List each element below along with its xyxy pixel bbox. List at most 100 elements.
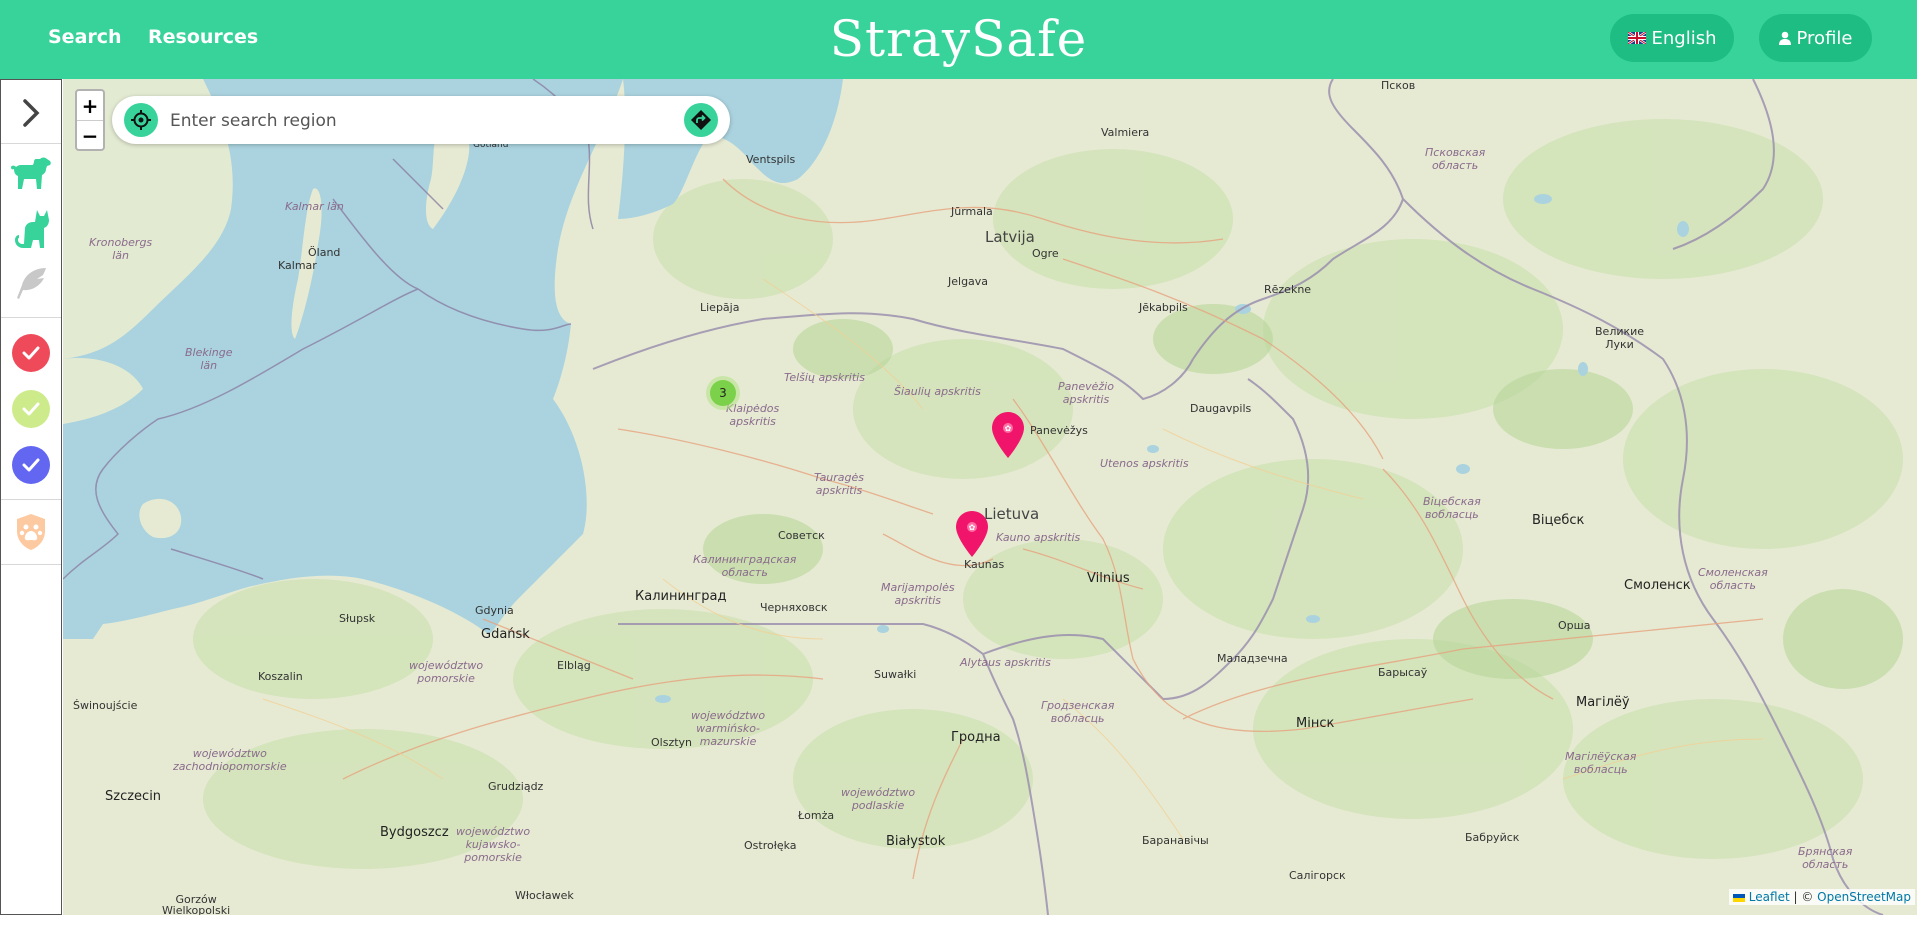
check-icon xyxy=(12,390,50,428)
map-label: Мінск xyxy=(1296,716,1335,731)
map-label: Віцебск xyxy=(1532,513,1585,528)
language-label: English xyxy=(1651,27,1717,49)
cluster-count: 3 xyxy=(710,380,736,406)
map-label: Białystok xyxy=(886,834,946,849)
location-pin-icon[interactable]: ✿ xyxy=(956,511,988,557)
zoom-in-button[interactable]: + xyxy=(77,91,103,121)
map-label: Магілёў xyxy=(1576,695,1630,710)
user-icon xyxy=(1778,31,1791,45)
map-label: województwo warmińsko- mazurskie xyxy=(691,709,766,748)
location-pin-icon[interactable]: ✿ xyxy=(992,412,1024,458)
map-label: Великие Луки xyxy=(1595,325,1645,351)
uk-flag-icon xyxy=(1627,32,1646,44)
map-label: Смоленск xyxy=(1624,578,1691,593)
svg-text:✿: ✿ xyxy=(1005,424,1012,433)
map-label: Ogre xyxy=(1032,247,1059,260)
directions-button[interactable] xyxy=(684,103,718,137)
map-label: Kalmar län xyxy=(285,200,344,213)
map-label: województwo kujawsko- pomorskie xyxy=(456,825,531,864)
region-search-bar xyxy=(112,96,730,144)
profile-button[interactable]: Profile xyxy=(1759,14,1872,62)
map-label: Panevėžio apskritis xyxy=(1058,380,1114,406)
map-label: Jēkabpils xyxy=(1139,301,1188,314)
map-label: Šiaulių apskritis xyxy=(894,385,981,398)
map-label: Віцебская вобласць xyxy=(1423,495,1481,521)
map-label: Барысаў xyxy=(1378,666,1428,679)
map-label: Liepāja xyxy=(700,301,740,314)
map-label: województwo pomorskie xyxy=(409,659,484,685)
map-label: Маладзечна xyxy=(1217,652,1288,665)
map-label: Bydgoszcz xyxy=(380,825,449,840)
osm-link[interactable]: OpenStreetMap xyxy=(1817,890,1911,904)
cat-filter-button[interactable] xyxy=(1,204,61,254)
map-label: Marijampolės apskritis xyxy=(881,581,955,607)
dog-icon xyxy=(11,157,51,189)
map-label: Kaunas xyxy=(964,558,1005,571)
map-label: Баранавічы xyxy=(1142,834,1209,847)
map-label: Łomża xyxy=(798,809,835,822)
map-label: Vilnius xyxy=(1087,571,1130,586)
zoom-out-button[interactable]: − xyxy=(77,121,103,150)
map-label: Szczecin xyxy=(105,789,162,804)
check-icon xyxy=(12,446,50,484)
map-label: Olsztyn xyxy=(651,736,693,749)
map-label: Valmiera xyxy=(1101,126,1150,139)
map-label: Blekinge län xyxy=(185,346,233,372)
map-label: Jelgava xyxy=(948,275,989,288)
map-label: Ostrołęka xyxy=(744,839,797,852)
feather-icon xyxy=(17,268,46,299)
marker-cluster[interactable]: 3 xyxy=(706,376,740,410)
map-label: Черняховск xyxy=(760,601,828,614)
map-label: Daugavpils xyxy=(1190,402,1252,415)
map-label: Gdynia xyxy=(475,604,514,617)
map-label: Gorzów Wielkopolski xyxy=(162,893,231,915)
svg-text:✿: ✿ xyxy=(969,523,976,532)
dog-filter-button[interactable] xyxy=(1,150,61,200)
status-red-filter-button[interactable] xyxy=(1,328,61,378)
map-label: Kalmar xyxy=(278,259,317,272)
map-label: Калининград xyxy=(635,589,727,604)
region-search-input[interactable] xyxy=(168,106,662,136)
status-blue-filter-button[interactable] xyxy=(1,440,61,490)
top-navbar: Search Resources StraySafe English Profi… xyxy=(0,0,1917,79)
map-attribution: Leaflet | © OpenStreetMap xyxy=(1728,889,1915,905)
map-label: Świnoujście xyxy=(73,699,138,712)
map-label: Салігорск xyxy=(1289,869,1346,882)
check-icon xyxy=(12,334,50,372)
sidebar-expand-button[interactable] xyxy=(1,88,61,138)
leaflet-link[interactable]: Leaflet xyxy=(1749,890,1790,904)
ukraine-flag-icon xyxy=(1732,893,1745,902)
map-label: Ventspils xyxy=(746,153,796,166)
map-label: Орша xyxy=(1558,619,1591,632)
map-label: Utenos apskritis xyxy=(1100,457,1189,470)
map-label: Lietuva xyxy=(984,505,1040,523)
map-label: Псковская область xyxy=(1425,146,1486,172)
status-lime-filter-button[interactable] xyxy=(1,384,61,434)
shelter-filter-button[interactable] xyxy=(1,507,61,557)
map-label: Бабруйск xyxy=(1465,831,1520,844)
map-label: Советск xyxy=(778,529,825,542)
map-label: Elbląg xyxy=(557,659,591,672)
map-label: Смоленская область xyxy=(1698,566,1768,592)
language-button[interactable]: English xyxy=(1610,14,1734,62)
map-label: Słupsk xyxy=(339,612,376,625)
map-label: Jūrmala xyxy=(951,205,993,218)
map-label: Panevėžys xyxy=(1030,424,1088,437)
map-label: województwo zachodniopomorskie xyxy=(173,747,287,773)
map-canvas[interactable]: Псков Valmiera Псковская область Ventspi… xyxy=(63,79,1917,915)
locate-me-button[interactable] xyxy=(124,103,158,137)
map-label: Gdańsk xyxy=(481,627,530,642)
map-label: Kauno apskritis xyxy=(996,531,1081,544)
map-label: Гродзенская вобласць xyxy=(1041,699,1115,725)
map-label: Suwałki xyxy=(874,668,917,681)
map-label: województwo podlaskie xyxy=(841,786,916,812)
map-label: Tauragės apskritis xyxy=(814,471,865,497)
filter-sidebar xyxy=(0,79,62,915)
bird-filter-button[interactable] xyxy=(1,258,61,308)
map-label: Брянская область xyxy=(1798,845,1853,871)
map-label: Гродна xyxy=(951,730,1001,745)
cat-icon xyxy=(15,210,49,248)
paw-shield-icon xyxy=(17,514,45,550)
zoom-control: + − xyxy=(75,89,105,151)
attribution-separator: | © xyxy=(1789,890,1818,904)
